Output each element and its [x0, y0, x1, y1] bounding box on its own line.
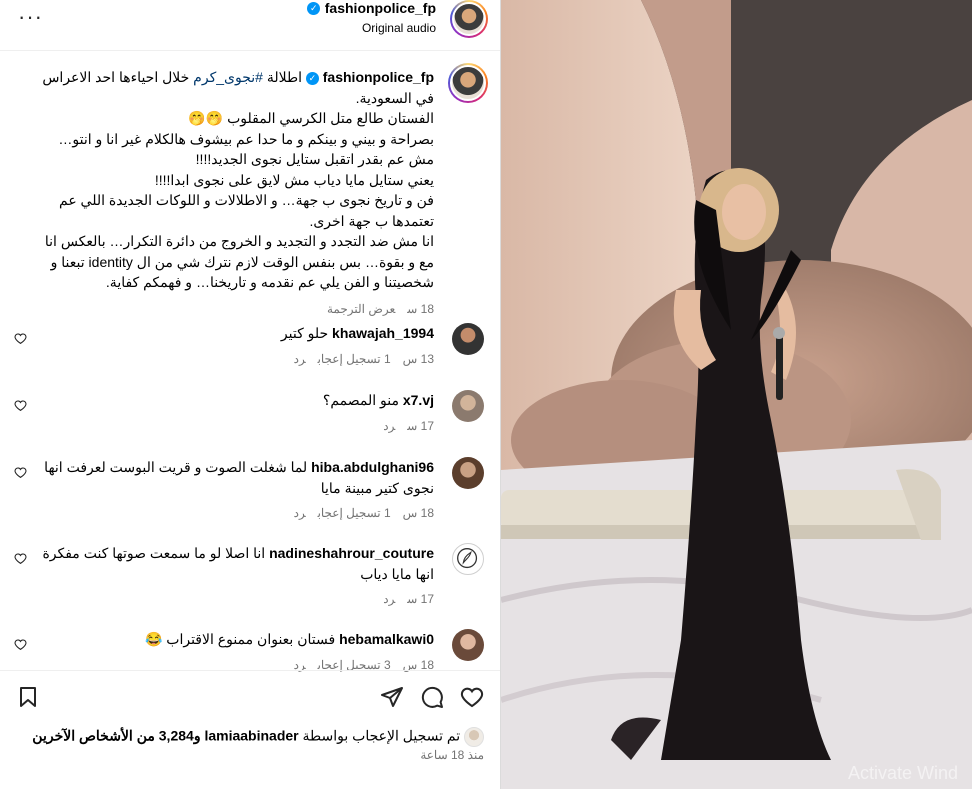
- send-icon[interactable]: [380, 685, 404, 709]
- like-comment-heart-icon[interactable]: [14, 552, 27, 565]
- reply-button[interactable]: رد: [383, 592, 395, 606]
- reply-button[interactable]: رد: [294, 506, 306, 520]
- caption-author-avatar[interactable]: [448, 63, 488, 103]
- wedding-stage-photo: [501, 0, 972, 789]
- comment-avatar[interactable]: [452, 457, 484, 489]
- comment-username[interactable]: hebamalkawi0: [339, 631, 434, 647]
- reply-button[interactable]: رد: [383, 419, 395, 433]
- more-options-button[interactable]: ···: [18, 4, 43, 30]
- comment-text: منو المصمم؟: [322, 392, 399, 408]
- header-username[interactable]: fashionpolice_fp: [325, 0, 436, 16]
- post-caption: fashionpolice_fp ✓ اطلالة #نجوى_كرم خلال…: [34, 67, 434, 319]
- verified-badge-icon: ✓: [307, 2, 321, 16]
- hashtag-link[interactable]: #نجوى_كرم: [193, 69, 263, 85]
- comment-text: فستان بعنوان ممنوع الاقتراب 😂: [144, 631, 336, 647]
- comment-likes[interactable]: 1 تسجيل إعجاب: [318, 506, 391, 520]
- post-image[interactable]: Activate Wind: [501, 0, 972, 789]
- comment-username[interactable]: x7.vj: [403, 392, 434, 408]
- comment-time: 17 س: [407, 418, 434, 433]
- comment-time: 17 س: [407, 592, 434, 606]
- caption-time: 18 س: [407, 301, 434, 316]
- like-comment-heart-icon[interactable]: [14, 638, 27, 651]
- see-translation-button[interactable]: عرض الترجمة: [327, 302, 395, 316]
- comment-likes[interactable]: 1 تسجيل إعجاب: [318, 352, 391, 366]
- comment-item: nadineshahrour_couture انا اصلا لو ما سم…: [4, 543, 434, 610]
- heart-icon[interactable]: [460, 685, 484, 709]
- action-bar: [0, 670, 500, 731]
- activate-windows-watermark: Activate Wind: [848, 763, 959, 783]
- caption-text: اطلالة: [262, 69, 302, 85]
- post-details-panel: ··· ✓ fashionpolice_fp Original audio fa…: [0, 0, 500, 789]
- comment-avatar[interactable]: [452, 323, 484, 355]
- original-audio-link[interactable]: Original audio: [307, 21, 436, 35]
- couture-logo-icon: [457, 548, 478, 569]
- caption-meta: 18 س عرض الترجمة: [34, 299, 434, 320]
- comment-item: hiba.abdulghani96 لما شغلت الصوت و قريت …: [4, 457, 434, 524]
- like-comment-heart-icon[interactable]: [14, 466, 27, 479]
- author-avatar[interactable]: [450, 0, 488, 38]
- comment-username[interactable]: khawajah_1994: [332, 325, 434, 341]
- bookmark-icon[interactable]: [16, 685, 40, 709]
- likes-prefix: تم تسجيل الإعجاب بواسطة: [298, 727, 461, 744]
- reply-button[interactable]: رد: [294, 352, 306, 366]
- likes-summary: تم تسجيل الإعجاب بواسطة lamiaabinader و3…: [32, 727, 484, 747]
- comment-avatar[interactable]: [452, 390, 484, 422]
- liker-avatar[interactable]: [464, 727, 484, 747]
- comment-text: حلو كتير: [280, 325, 329, 341]
- like-comment-heart-icon[interactable]: [14, 332, 27, 345]
- caption-line: الفستان طالع متل الكرسي المقلوب 🤭🤭: [188, 110, 434, 126]
- like-comment-heart-icon[interactable]: [14, 399, 27, 412]
- caption-line: يعني ستايل مايا دياب مش لايق على نجوى اب…: [154, 171, 434, 188]
- caption-line: انا مش ضد التجدد و التجديد و الخروج من د…: [44, 233, 434, 290]
- comment-item: hebamalkawi0 فستان بعنوان ممنوع الاقتراب…: [4, 629, 434, 675]
- comment-avatar[interactable]: [452, 543, 484, 575]
- comment-item: x7.vj منو المصمم؟ 17 س رد: [4, 390, 434, 436]
- post-header: ··· ✓ fashionpolice_fp Original audio: [0, 0, 500, 51]
- comment-item: khawajah_1994 حلو كتير 13 س 1 تسجيل إعجاب…: [4, 323, 434, 369]
- comment-avatar[interactable]: [452, 629, 484, 661]
- comment-username[interactable]: hiba.abdulghani96: [311, 459, 434, 475]
- caption-line: بصراحة و بيني و بينكم و ما حدا عم بيشوف …: [58, 130, 434, 168]
- comment-time: 18 س: [402, 506, 434, 520]
- liker-username[interactable]: lamiaabinader: [204, 728, 298, 744]
- comment-icon[interactable]: [420, 685, 444, 709]
- header-author: ✓ fashionpolice_fp Original audio: [307, 0, 436, 35]
- likes-others-link[interactable]: و3,284 من الأشخاص الآخرين: [32, 728, 204, 744]
- caption-line: فن و تاريخ نجوى ب جهة… و الاطلالات و الل…: [59, 192, 434, 229]
- caption-username[interactable]: fashionpolice_fp: [323, 69, 434, 85]
- comment-time: 13 س: [402, 351, 434, 366]
- comment-username[interactable]: nadineshahrour_couture: [269, 545, 434, 561]
- post-time-ago[interactable]: منذ 18 ساعة: [420, 748, 484, 762]
- verified-badge-icon: ✓: [305, 71, 319, 85]
